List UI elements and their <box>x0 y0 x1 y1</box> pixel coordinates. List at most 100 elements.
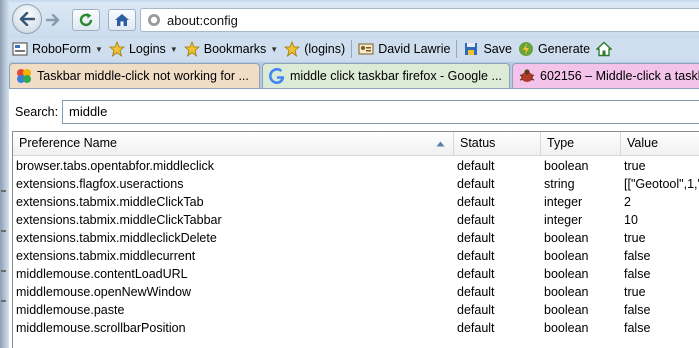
home-button[interactable] <box>108 9 136 31</box>
table-row[interactable]: middlemouse.paste default boolean false <box>13 301 699 319</box>
table-row[interactable]: extensions.tabmix.middlecurrent default … <box>13 247 699 265</box>
search-input[interactable]: middle <box>62 100 699 124</box>
pref-value: false <box>624 321 651 335</box>
pref-name: extensions.tabmix.middleclickDelete <box>16 231 217 245</box>
chevron-down-icon: ▼ <box>95 44 103 54</box>
generate-button[interactable]: Generate <box>518 39 590 59</box>
pref-type: boolean <box>544 249 589 263</box>
bookmark-label: David Lawrie <box>378 42 451 56</box>
bookmark-logins[interactable]: Logins ▼ <box>108 39 178 59</box>
bookmark-identity[interactable]: David Lawrie <box>358 39 450 59</box>
bookmarks-toolbar: RoboForm ▼ Logins ▼ Bookmarks ▼ (logins)… <box>9 38 699 60</box>
roboform-icon <box>12 41 28 57</box>
pref-status: default <box>457 231 495 245</box>
pref-value: [["Geotool",1," <box>624 177 699 191</box>
pref-type: boolean <box>544 267 589 281</box>
bookmark-label: Generate <box>537 42 591 56</box>
toolbar-separator <box>456 40 458 58</box>
pref-name: middlemouse.openNewWindow <box>16 285 192 299</box>
pref-name: extensions.tabmix.middleClickTab <box>16 195 204 209</box>
pref-value: true <box>624 285 646 299</box>
chevron-down-icon: ▼ <box>169 44 178 54</box>
pref-status: default <box>457 249 495 263</box>
table-row[interactable]: middlemouse.openNewWindow default boolea… <box>13 283 699 301</box>
logins-star-icon <box>284 41 301 57</box>
pref-name: extensions.tabmix.middlecurrent <box>16 249 196 263</box>
address-bar[interactable]: about:config <box>140 8 699 32</box>
pref-value: true <box>624 231 646 245</box>
tab-taskbar-forum[interactable]: Taskbar middle-click not working for ... <box>9 63 260 88</box>
search-label: Search: <box>15 105 59 119</box>
forum-icon <box>16 68 32 84</box>
column-header-status[interactable]: Status <box>454 132 541 155</box>
tab-bugzilla[interactable]: 602156 – Middle-click a taskbar <box>512 63 699 88</box>
home-bookmark-button[interactable] <box>596 39 616 59</box>
sort-ascending-icon <box>436 141 445 147</box>
pref-value: 10 <box>624 213 638 227</box>
pref-status: default <box>457 303 495 317</box>
save-icon <box>463 41 479 57</box>
pref-status: default <box>457 195 495 209</box>
table-row[interactable]: middlemouse.scrollbarPosition default bo… <box>13 319 699 337</box>
bookmark-label: Save <box>483 42 512 56</box>
column-header-preference-name[interactable]: Preference Name <box>13 132 454 155</box>
table-row[interactable]: browser.tabs.opentabfor.middleclick defa… <box>13 157 699 175</box>
bookmark-logins-paren[interactable]: (logins) <box>284 39 345 59</box>
pref-name: middlemouse.scrollbarPosition <box>16 321 186 335</box>
tab-google-search[interactable]: middle click taskbar firefox - Google ..… <box>262 63 510 88</box>
bookmark-bookmarks[interactable]: Bookmarks ▼ <box>183 39 279 59</box>
pref-name: extensions.tabmix.middleClickTabbar <box>16 213 222 227</box>
forward-button[interactable] <box>43 10 63 30</box>
forward-arrow-icon <box>46 14 60 26</box>
pref-type: integer <box>544 213 583 227</box>
pref-status: default <box>457 177 495 191</box>
page-identity-icon <box>146 12 162 28</box>
bookmark-label: RoboForm <box>32 42 92 56</box>
table-row[interactable]: extensions.tabmix.middleclickDelete defa… <box>13 229 699 247</box>
table-row[interactable]: middlemouse.contentLoadURL default boole… <box>13 265 699 283</box>
bookmark-label: (logins) <box>304 42 346 56</box>
bookmark-label: Bookmarks <box>203 42 267 56</box>
save-button[interactable]: Save <box>463 39 512 59</box>
home-icon <box>115 14 129 26</box>
pref-type: boolean <box>544 321 589 335</box>
pref-type: string <box>544 177 575 191</box>
identity-card-icon <box>358 41 374 57</box>
pref-type: boolean <box>544 303 589 317</box>
pref-status: default <box>457 321 495 335</box>
bookmark-label: Logins <box>128 42 166 56</box>
table-row[interactable]: extensions.flagfox.useractions default s… <box>13 175 699 193</box>
column-header-value[interactable]: Value <box>621 132 699 155</box>
pref-value: false <box>624 249 651 263</box>
pref-status: default <box>457 285 495 299</box>
reload-icon <box>79 13 93 27</box>
pref-type: boolean <box>544 159 589 173</box>
column-header-type[interactable]: Type <box>541 132 621 155</box>
pref-type: boolean <box>544 285 589 299</box>
pref-type: integer <box>544 195 583 209</box>
pref-value: false <box>624 303 651 317</box>
bugzilla-icon <box>519 68 535 84</box>
chevron-down-icon: ▼ <box>270 44 279 54</box>
pref-type: boolean <box>544 231 589 245</box>
bookmark-roboform[interactable]: RoboForm ▼ <box>12 39 103 59</box>
table-row[interactable]: extensions.tabmix.middleClickTab default… <box>13 193 699 211</box>
pref-name: browser.tabs.opentabfor.middleclick <box>16 159 215 173</box>
google-icon <box>269 68 285 84</box>
table-row[interactable]: extensions.tabmix.middleClickTabbar defa… <box>13 211 699 229</box>
table-header: Preference Name Status Type Value <box>13 132 699 156</box>
pref-name: middlemouse.contentLoadURL <box>16 267 188 281</box>
bookmarks-star-icon <box>183 41 200 57</box>
pref-value: true <box>624 159 646 173</box>
back-button[interactable] <box>12 4 42 34</box>
search-row: Search: <box>15 99 58 125</box>
pref-status: default <box>457 213 495 227</box>
pref-status: default <box>457 267 495 281</box>
tab-strip: Taskbar middle-click not working for ...… <box>9 62 699 88</box>
logins-star-icon <box>108 41 125 57</box>
desktop-edge <box>0 0 9 348</box>
reload-button[interactable] <box>72 9 100 31</box>
tab-title: middle click taskbar firefox - Google ..… <box>290 69 502 83</box>
toolbar-separator <box>351 40 353 58</box>
pref-value: 2 <box>624 195 631 209</box>
